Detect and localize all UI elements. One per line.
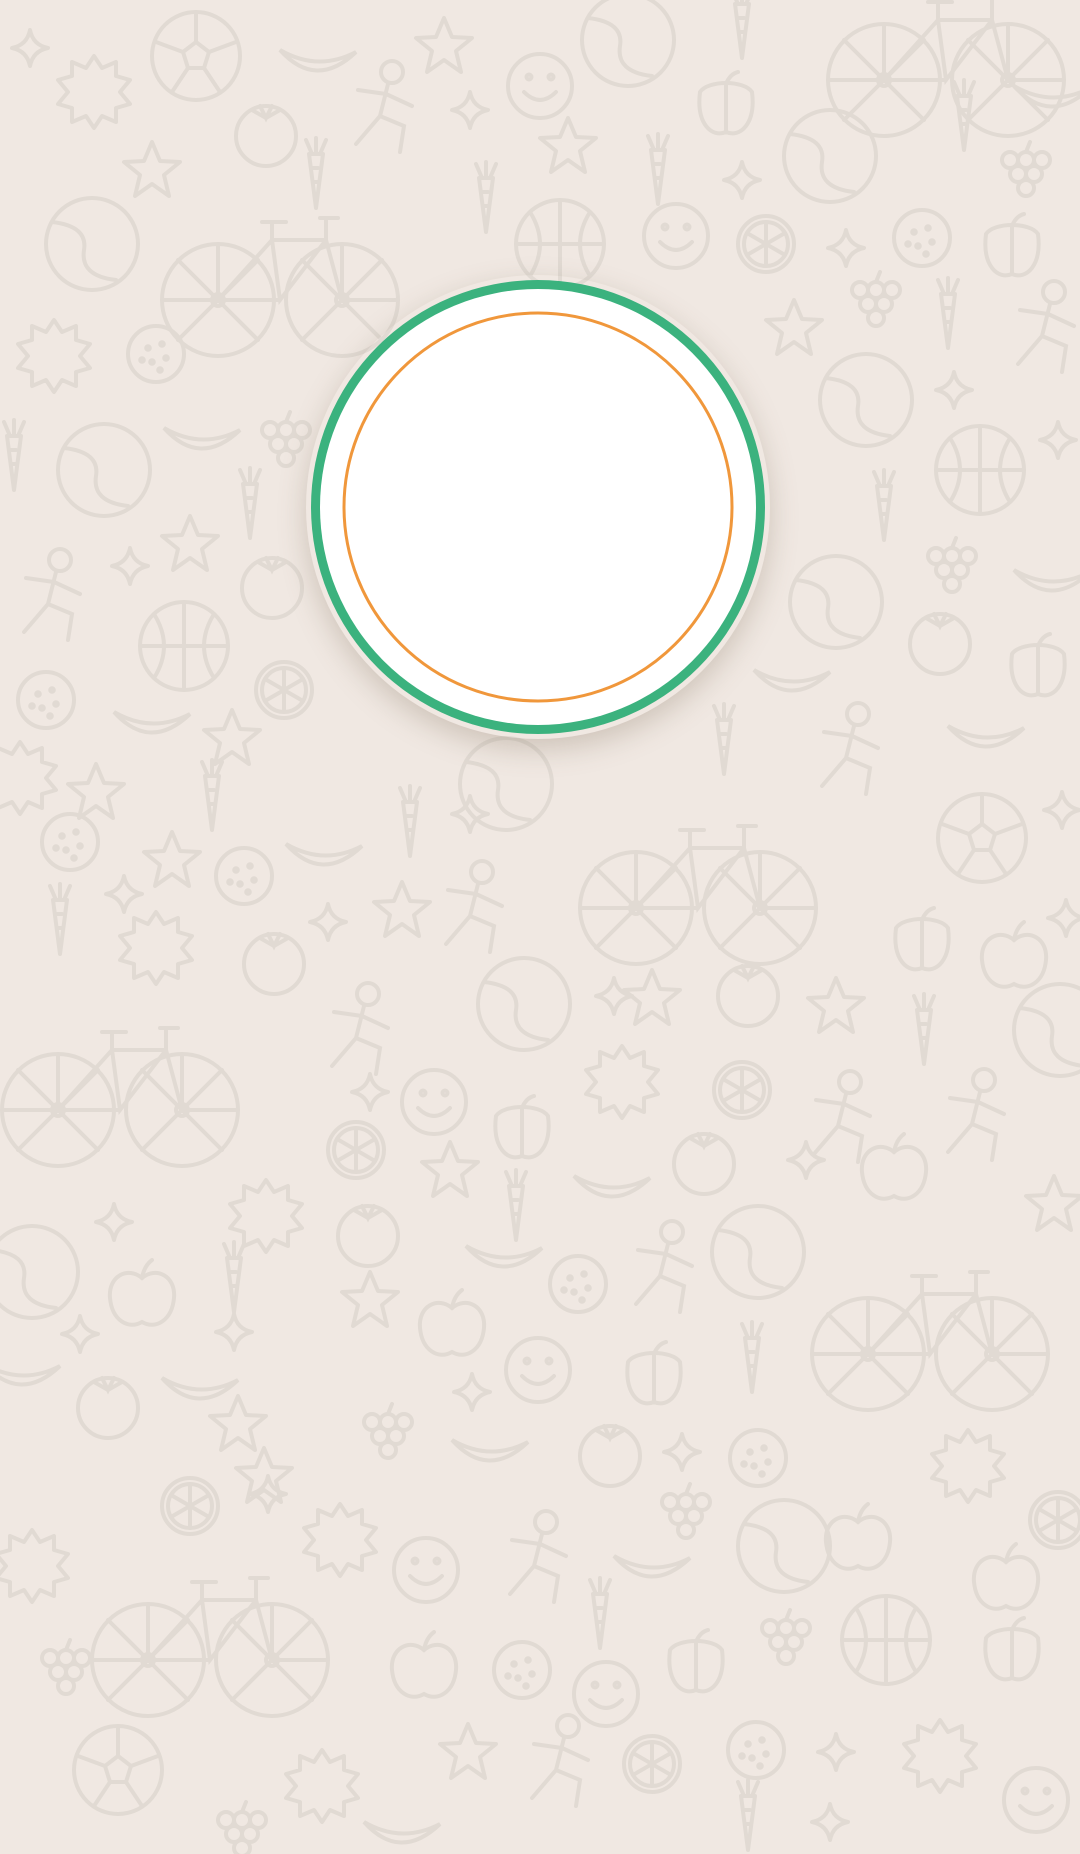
- ring-logo-icon: [311, 280, 765, 734]
- splash-logo: [306, 275, 770, 739]
- ring-fill: [320, 289, 756, 725]
